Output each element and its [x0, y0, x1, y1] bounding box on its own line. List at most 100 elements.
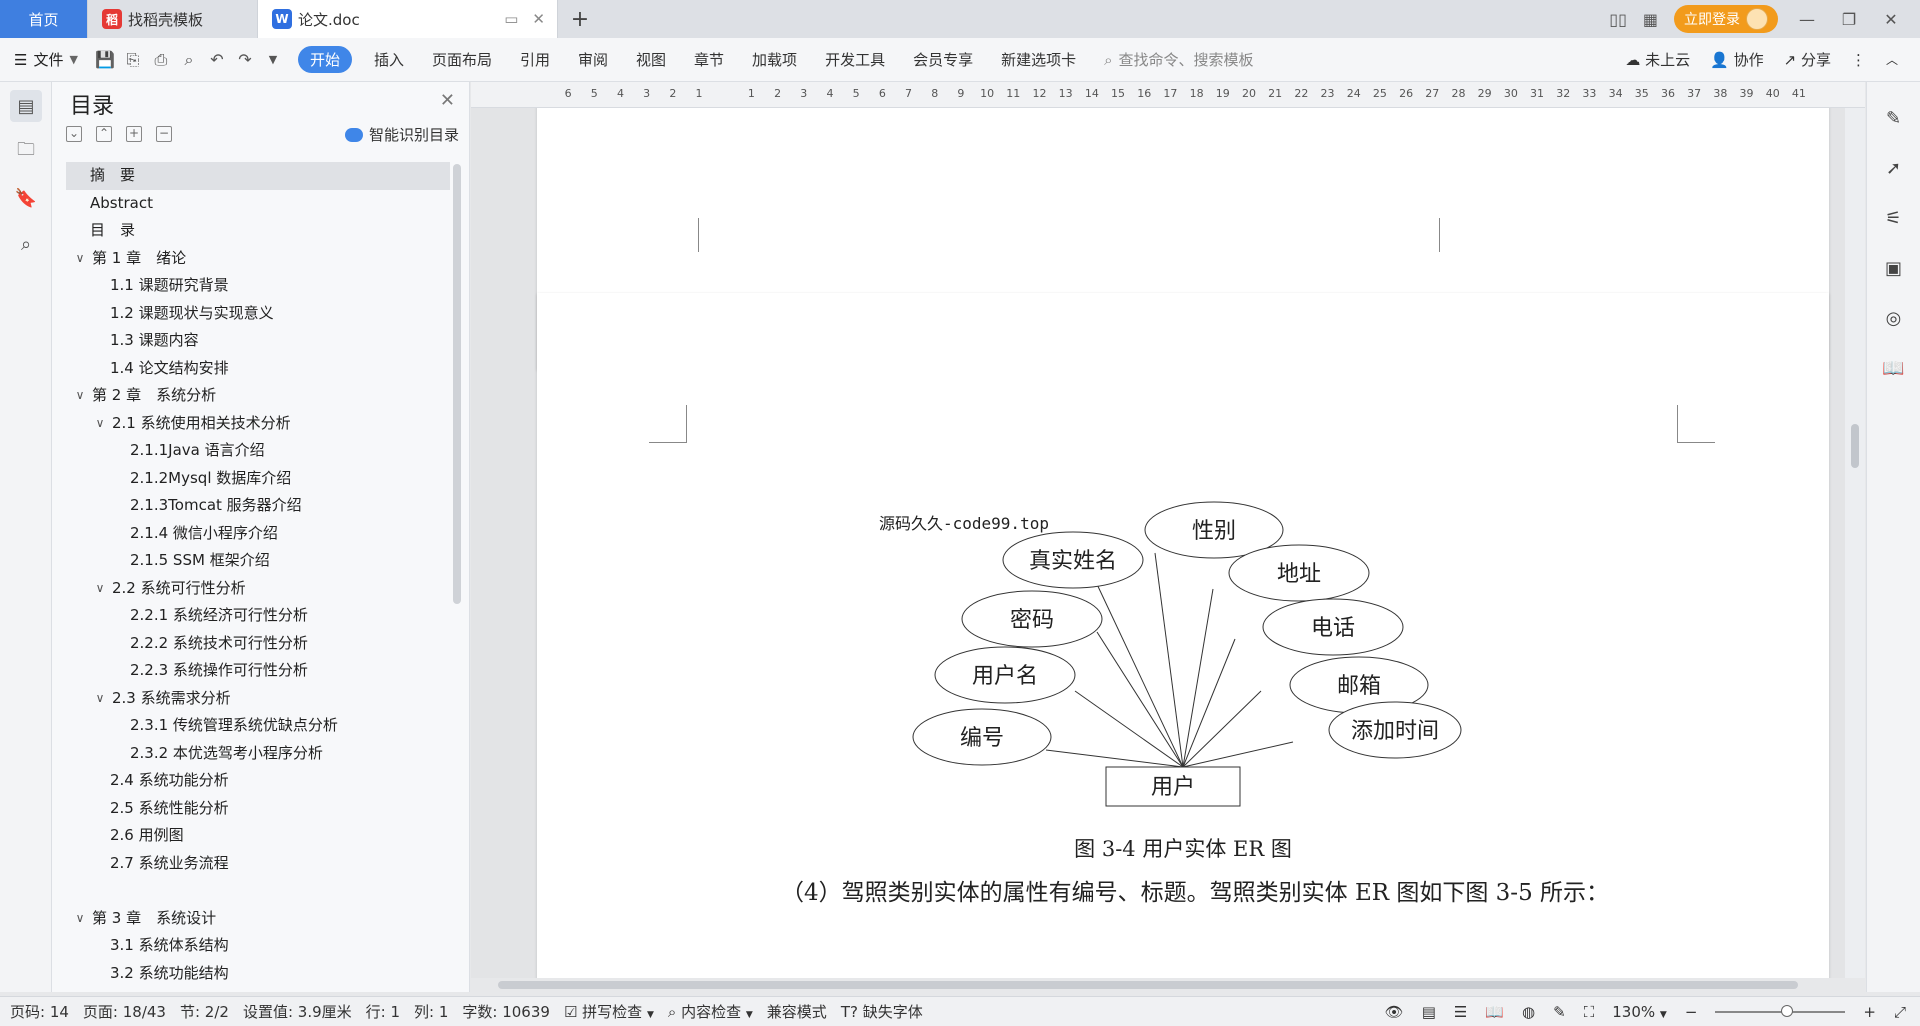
- write-view-icon[interactable]: ✎: [1553, 1003, 1566, 1021]
- toc-item[interactable]: 1.4 论文结构安排: [66, 355, 450, 383]
- toc-item[interactable]: 1.3 课题内容: [66, 327, 450, 355]
- menu-references[interactable]: 引用: [520, 49, 550, 70]
- close-window-icon[interactable]: ✕: [1878, 10, 1904, 29]
- chapter-nav-icon[interactable]: 🗀: [10, 136, 42, 168]
- toc-item[interactable]: 2.2.2 系统技术可行性分析: [66, 630, 450, 658]
- bookmark-icon[interactable]: 🔖: [10, 182, 42, 214]
- menu-home[interactable]: 开始: [297, 46, 352, 73]
- save-icon[interactable]: 💾: [94, 49, 116, 71]
- tab-home[interactable]: 首页: [0, 0, 88, 38]
- grid-apps-icon[interactable]: ▦: [1643, 10, 1658, 29]
- toc-item[interactable]: ∨ 2.1 系统使用相关技术分析: [66, 410, 450, 438]
- toc-item[interactable]: 2.1.1Java 语言介绍: [66, 437, 450, 465]
- select-cursor-icon[interactable]: ➚: [1880, 154, 1908, 182]
- toc-item[interactable]: 目 录: [66, 217, 450, 245]
- toc-item[interactable]: 2.1.2Mysql 数据库介绍: [66, 465, 450, 493]
- tab-template[interactable]: 稻 找稻壳模板: [88, 0, 258, 38]
- redo-icon[interactable]: ↷: [234, 49, 256, 71]
- vertical-scroll-thumb[interactable]: [1851, 424, 1859, 468]
- compat-mode[interactable]: 兼容模式: [767, 1001, 827, 1022]
- toc-item[interactable]: 2.3.2 本优选驾考小程序分析: [66, 740, 450, 768]
- toc-item[interactable]: ∨ 第 1 章 绪论: [66, 245, 450, 273]
- print-icon[interactable]: ⎙: [150, 49, 172, 71]
- menu-view[interactable]: 视图: [636, 49, 666, 70]
- toc-item[interactable]: 1.2 课题现状与实现意义: [66, 300, 450, 328]
- page-view-icon[interactable]: ▤: [1422, 1003, 1436, 1021]
- toc-scrollbar[interactable]: [453, 164, 461, 604]
- toc-item[interactable]: 2.3.1 传统管理系统优缺点分析: [66, 712, 450, 740]
- menu-developer[interactable]: 开发工具: [825, 49, 885, 70]
- toc-item[interactable]: 摘 要: [66, 162, 450, 190]
- adjust-sliders-icon[interactable]: ⚟: [1880, 204, 1908, 232]
- collapse-ribbon-icon[interactable]: ︿: [1886, 51, 1898, 68]
- close-icon[interactable]: ✕: [440, 90, 455, 111]
- share-button[interactable]: ↗ 分享: [1784, 49, 1831, 70]
- toc-item[interactable]: 1.1 课题研究背景: [66, 272, 450, 300]
- zoom-in-icon[interactable]: +: [1863, 1003, 1876, 1021]
- chevron-down-icon[interactable]: ∨: [92, 410, 108, 438]
- tab-document[interactable]: W 论文.doc ▭ ✕: [258, 0, 558, 38]
- status-section[interactable]: 节: 2/2: [180, 1001, 229, 1022]
- restore-icon[interactable]: ❐: [1836, 10, 1862, 29]
- fit-page-icon[interactable]: ⛶: [1584, 1003, 1595, 1021]
- status-setting[interactable]: 设置值: 3.9厘米: [243, 1001, 352, 1022]
- status-row[interactable]: 行: 1: [366, 1001, 400, 1022]
- minimize-icon[interactable]: —: [1794, 10, 1820, 29]
- login-button[interactable]: 立即登录: [1674, 5, 1778, 33]
- toc-item[interactable]: 2.1.3Tomcat 服务器介绍: [66, 492, 450, 520]
- outline-view-icon[interactable]: ☰: [1454, 1003, 1467, 1021]
- toc-item[interactable]: 2.1.4 微信小程序介绍: [66, 520, 450, 548]
- toc-item[interactable]: 2.5 系统性能分析: [66, 795, 450, 823]
- toc-item[interactable]: 2.2.1 系统经济可行性分析: [66, 602, 450, 630]
- toc-item[interactable]: 2.6 用例图: [66, 822, 450, 850]
- menu-insert[interactable]: 插入: [374, 49, 404, 70]
- menu-review[interactable]: 审阅: [578, 49, 608, 70]
- status-page[interactable]: 页面: 18/43: [83, 1001, 166, 1022]
- status-page-number[interactable]: 页码: 14: [10, 1001, 69, 1022]
- menu-section[interactable]: 章节: [694, 49, 724, 70]
- find-icon[interactable]: ⌕: [10, 228, 42, 260]
- layout-icon[interactable]: ▯▯: [1609, 10, 1627, 29]
- horizontal-ruler[interactable]: 6 5 4 3 2 1 1 2 3 4 5 6 7 8 9 10 11 12 13 14 15 16 17 18 19 20 21 2…: [471, 82, 1865, 108]
- document-area[interactable]: 源码久久-code99.top 性别 真实姓名 地址 密码 电话 用户名 邮箱 …: [471, 108, 1865, 978]
- toc-item[interactable]: ∨ 2.3 系统需求分析: [66, 685, 450, 713]
- horizontal-scroll-thumb[interactable]: [498, 981, 1798, 989]
- zoom-out-icon[interactable]: −: [1685, 1003, 1698, 1021]
- collab-button[interactable]: 👤 协作: [1710, 49, 1763, 70]
- chevron-down-icon[interactable]: ∨: [92, 575, 108, 603]
- remove-heading-icon[interactable]: −: [156, 126, 172, 142]
- reader-icon[interactable]: 📖: [1880, 354, 1908, 382]
- toc-item[interactable]: 2.1.5 SSM 框架介绍: [66, 547, 450, 575]
- chevron-down-icon[interactable]: ∨: [72, 245, 88, 273]
- expand-all-icon[interactable]: ⌃: [96, 126, 112, 142]
- toc-item[interactable]: ∨ 2.2 系统可行性分析: [66, 575, 450, 603]
- cloud-status[interactable]: ☁ 未上云: [1625, 49, 1690, 70]
- zoom-slider-knob[interactable]: [1780, 1004, 1793, 1017]
- eye-protection-icon[interactable]: 👁: [1385, 1003, 1404, 1021]
- content-check-toggle[interactable]: ⌕ 内容检查 ▼: [668, 1001, 753, 1022]
- status-words[interactable]: 字数: 10639: [462, 1001, 550, 1022]
- export-pdf-icon[interactable]: ⎘: [122, 49, 144, 71]
- tab-float-icon[interactable]: ▭: [504, 10, 518, 28]
- toc-item[interactable]: 2.7 系统业务流程: [66, 850, 450, 878]
- web-view-icon[interactable]: ◍: [1522, 1003, 1535, 1021]
- command-search[interactable]: ⌕ 查找命令、搜索模板: [1104, 49, 1253, 70]
- toc-item[interactable]: 2.2.3 系统操作可行性分析: [66, 657, 450, 685]
- spell-check-toggle[interactable]: ☑ 拼写检查 ▼: [564, 1001, 654, 1022]
- image-tool-icon[interactable]: ▣: [1880, 254, 1908, 282]
- chevron-down-icon[interactable]: ∨: [92, 685, 108, 713]
- horizontal-scrollbar[interactable]: [486, 978, 1836, 992]
- new-tab-button[interactable]: +: [558, 0, 602, 38]
- zoom-slider[interactable]: [1715, 1004, 1846, 1017]
- quick-access-dropdown-icon[interactable]: ▼: [262, 49, 284, 71]
- toc-item[interactable]: ∨ 第 2 章 系统分析: [66, 382, 450, 410]
- collapse-all-icon[interactable]: ⌄: [66, 126, 82, 142]
- toc-item[interactable]: 2.4 系统功能分析: [66, 767, 450, 795]
- print-preview-icon[interactable]: ⌕: [178, 49, 200, 71]
- undo-icon[interactable]: ↶: [206, 49, 228, 71]
- status-col[interactable]: 列: 1: [414, 1001, 448, 1022]
- toc-item[interactable]: ∨ 第 3 章 系统设计: [66, 905, 450, 933]
- more-options-icon[interactable]: ⋮: [1851, 51, 1866, 69]
- menu-addins[interactable]: 加载项: [752, 49, 797, 70]
- fullscreen-icon[interactable]: ⤢: [1894, 1003, 1906, 1021]
